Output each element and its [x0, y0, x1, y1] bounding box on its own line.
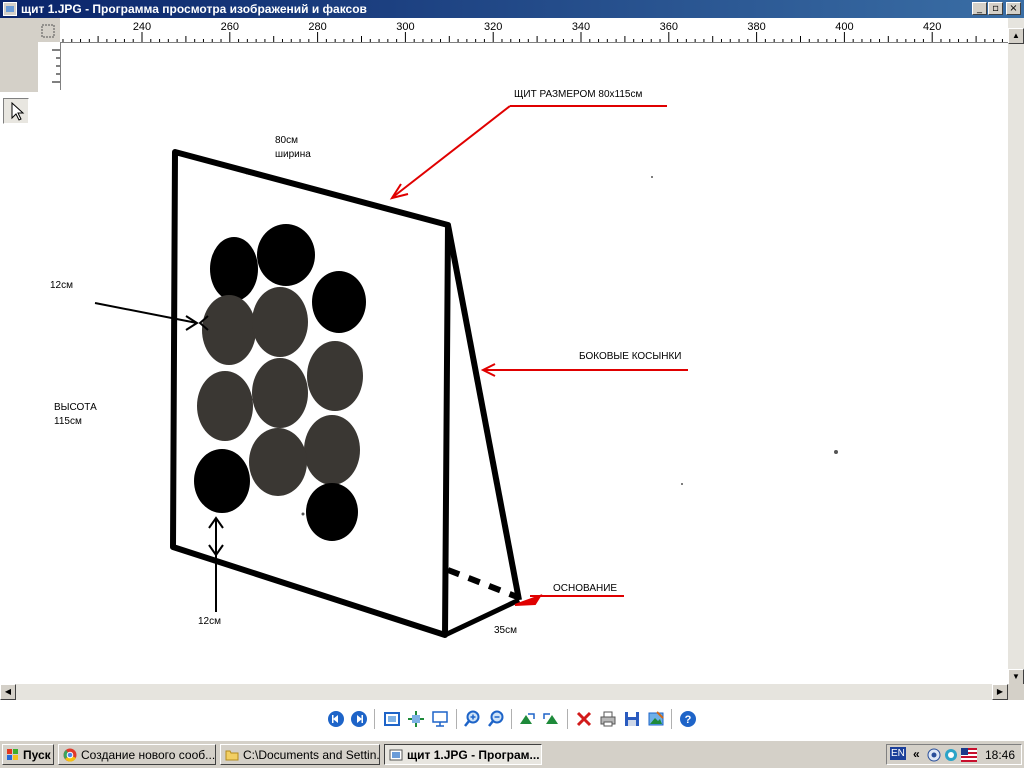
- chrome-icon: [63, 748, 77, 762]
- target-discs: [194, 224, 366, 541]
- scroll-up-arrow-icon[interactable]: ▲: [1008, 28, 1024, 44]
- target-disc: [197, 371, 253, 441]
- folder-icon: [225, 750, 239, 761]
- target-disc: [257, 224, 315, 286]
- vertical-scrollbar[interactable]: ▲ ▼: [1008, 18, 1024, 685]
- target-disc: [194, 449, 250, 513]
- windows-logo-icon: [7, 749, 18, 760]
- help-icon[interactable]: ?: [679, 710, 697, 728]
- horizontal-scrollbar[interactable]: ◀ ▶: [0, 684, 1008, 700]
- ruler-label: 420: [923, 21, 941, 33]
- side-gussets-label: БОКОВЫЕ КОСЫНКИ: [579, 351, 682, 362]
- save-copy-icon[interactable]: [623, 710, 641, 728]
- width-value-label: 80см: [275, 135, 298, 146]
- target-disc: [307, 341, 363, 411]
- zoom-in-icon[interactable]: [463, 710, 481, 728]
- language-indicator[interactable]: EN: [890, 747, 906, 760]
- target-disc: [252, 287, 308, 357]
- window-title: щит 1.JPG - Программа просмотра изображе…: [21, 2, 367, 16]
- system-tray: EN « 18:46: [886, 744, 1022, 765]
- us-flag-icon[interactable]: [961, 748, 977, 762]
- bottom-margin-label: 12см: [198, 616, 221, 627]
- ruler-label: 360: [660, 21, 678, 33]
- target-disc: [304, 415, 360, 485]
- rotate-counterclockwise-icon[interactable]: [542, 710, 560, 728]
- restore-button[interactable]: ▫: [988, 2, 1003, 15]
- app-icon: [3, 2, 17, 16]
- start-button[interactable]: Пуск: [2, 744, 54, 765]
- height-word-label: ВЫСОТА: [54, 402, 97, 413]
- slideshow-icon[interactable]: [431, 710, 449, 728]
- security-icon[interactable]: [944, 748, 958, 762]
- viewer-toolbar: ?: [0, 700, 1024, 740]
- delete-icon[interactable]: [575, 710, 593, 728]
- base-depth-label: 35см: [494, 625, 517, 636]
- ruler-label: 260: [221, 21, 239, 33]
- target-disc: [202, 295, 256, 365]
- annotation-toolstrip: [0, 42, 38, 124]
- print-icon[interactable]: [599, 710, 617, 728]
- title-bar: щит 1.JPG - Программа просмотра изображе…: [0, 0, 1024, 18]
- task-label: Создание нового сооб...: [81, 748, 216, 762]
- shield-size-label: ЩИТ РАЗМЕРОМ 80х115см: [514, 90, 643, 100]
- zoom-out-icon[interactable]: [487, 710, 505, 728]
- image-viewer-icon: [389, 749, 403, 761]
- side-gusset: [445, 224, 522, 601]
- ruler-corner: [0, 18, 60, 42]
- taskbar: Пуск Создание нового сооб... C:\Document…: [0, 740, 1024, 768]
- start-label: Пуск: [23, 748, 51, 762]
- task-button-browser[interactable]: Создание нового сооб...: [58, 744, 216, 765]
- task-button-image-viewer[interactable]: щит 1.JPG - Програм...: [384, 744, 542, 765]
- target-disc: [210, 237, 258, 301]
- target-disc: [312, 271, 366, 333]
- target-disc: [249, 428, 307, 496]
- target-disc: [252, 358, 308, 428]
- scroll-corner: [1008, 684, 1024, 700]
- target-disc: [306, 483, 358, 541]
- task-button-explorer[interactable]: C:\Documents and Settin...: [220, 744, 380, 765]
- base-label: ОСНОВАНИЕ: [553, 583, 618, 594]
- svg-text:?: ?: [685, 714, 692, 726]
- ruler-label: 320: [484, 21, 502, 33]
- scroll-left-arrow-icon[interactable]: ◀: [0, 684, 16, 700]
- scroll-down-arrow-icon[interactable]: ▼: [1008, 669, 1024, 685]
- previous-image-icon[interactable]: [327, 710, 345, 728]
- horizontal-ruler: 240 260 280 300 320 340 360 380 400 420: [60, 18, 1010, 43]
- ruler-label: 240: [133, 21, 151, 33]
- vertical-ruler: [38, 42, 61, 90]
- image-canvas: ЩИТ РАЗМЕРОМ 80х115см 80см ширина 12см В…: [0, 90, 1008, 684]
- dotted-selection-icon: [41, 24, 55, 38]
- ruler-label: 340: [572, 21, 590, 33]
- scroll-right-arrow-icon[interactable]: ▶: [992, 684, 1008, 700]
- task-label: C:\Documents and Settin...: [243, 748, 380, 762]
- ruler-label: 400: [835, 21, 853, 33]
- best-fit-icon[interactable]: [383, 710, 401, 728]
- width-word-label: ширина: [275, 149, 311, 160]
- next-image-icon[interactable]: [350, 710, 368, 728]
- close-button[interactable]: ×: [1006, 2, 1021, 15]
- height-value-label: 115см: [54, 416, 82, 427]
- open-for-editing-icon[interactable]: [647, 710, 665, 728]
- rotate-clockwise-icon[interactable]: [518, 710, 536, 728]
- actual-size-icon[interactable]: [407, 710, 425, 728]
- ruler-label: 380: [747, 21, 765, 33]
- minimize-button[interactable]: _: [972, 2, 987, 15]
- network-icon[interactable]: [927, 748, 941, 762]
- expand-tray-button[interactable]: «: [913, 747, 920, 761]
- task-label: щит 1.JPG - Програм...: [407, 748, 540, 762]
- shield-drawing: [94, 105, 838, 638]
- ruler-label: 300: [396, 21, 414, 33]
- side-margin-label: 12см: [50, 280, 73, 291]
- ruler-label: 280: [308, 21, 326, 33]
- clock: 18:46: [985, 748, 1016, 762]
